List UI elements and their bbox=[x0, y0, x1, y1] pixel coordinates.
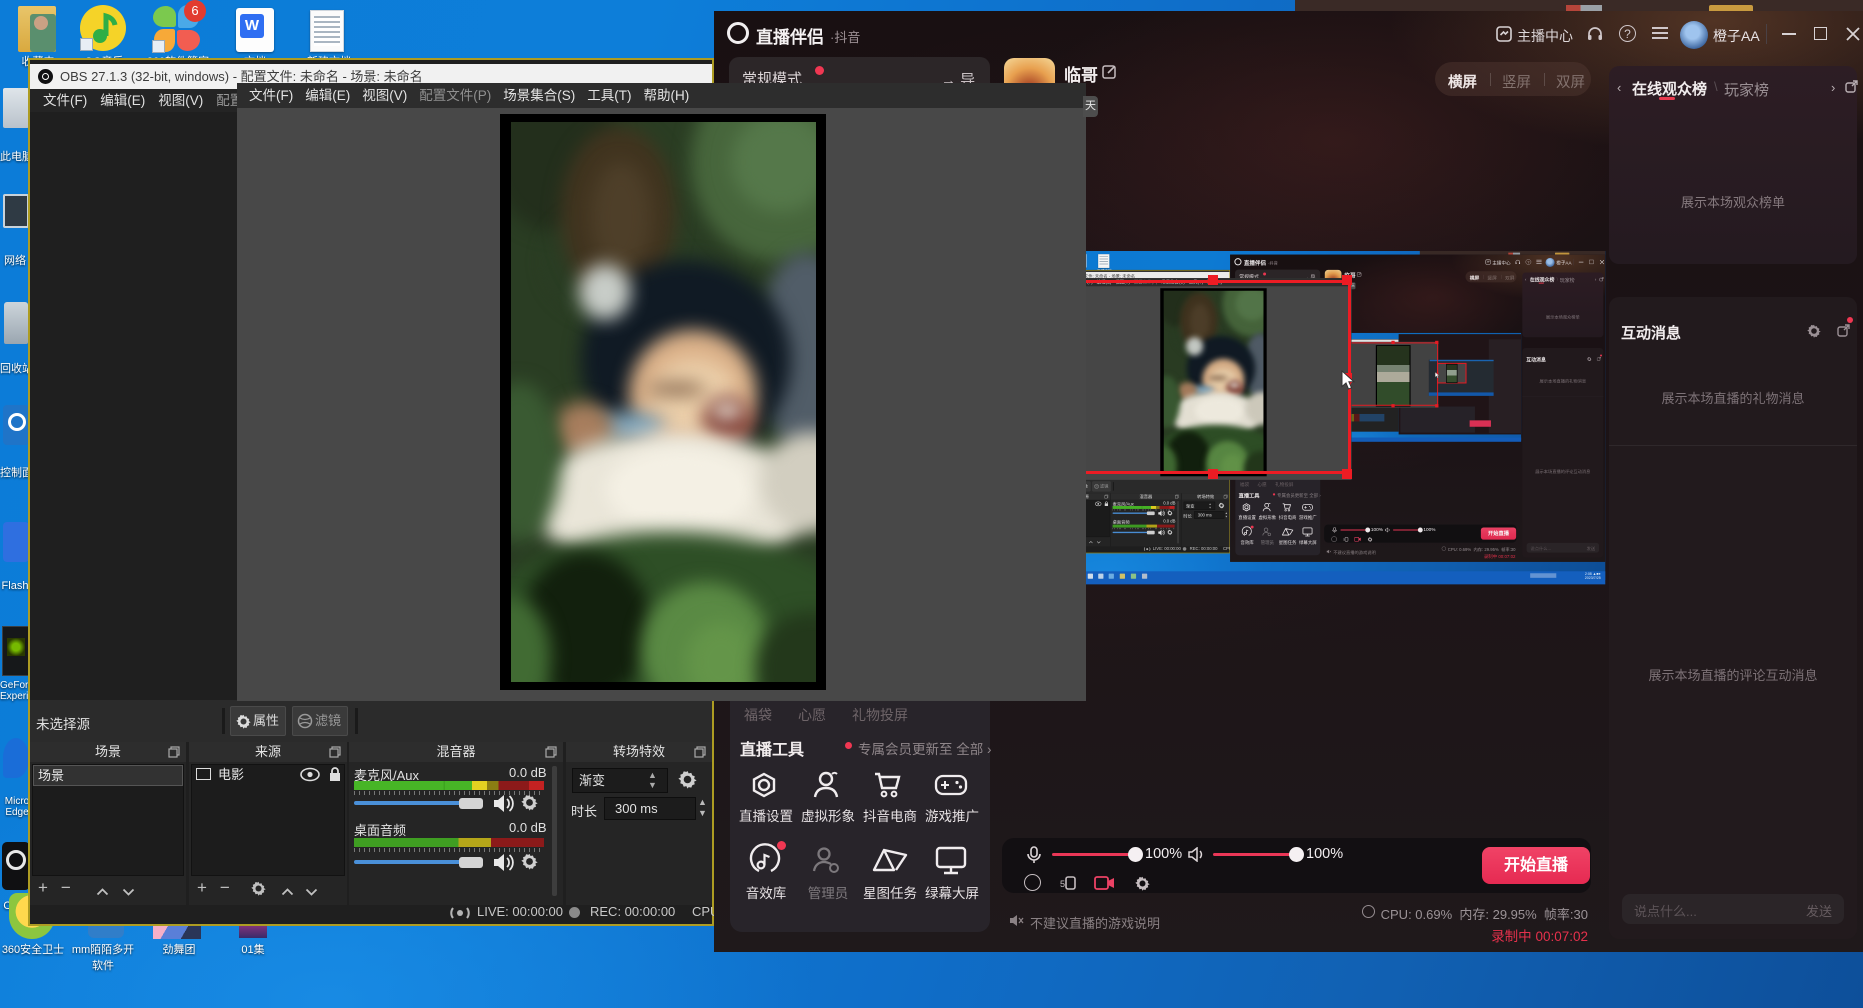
svg-text:5: 5 bbox=[1060, 879, 1065, 889]
